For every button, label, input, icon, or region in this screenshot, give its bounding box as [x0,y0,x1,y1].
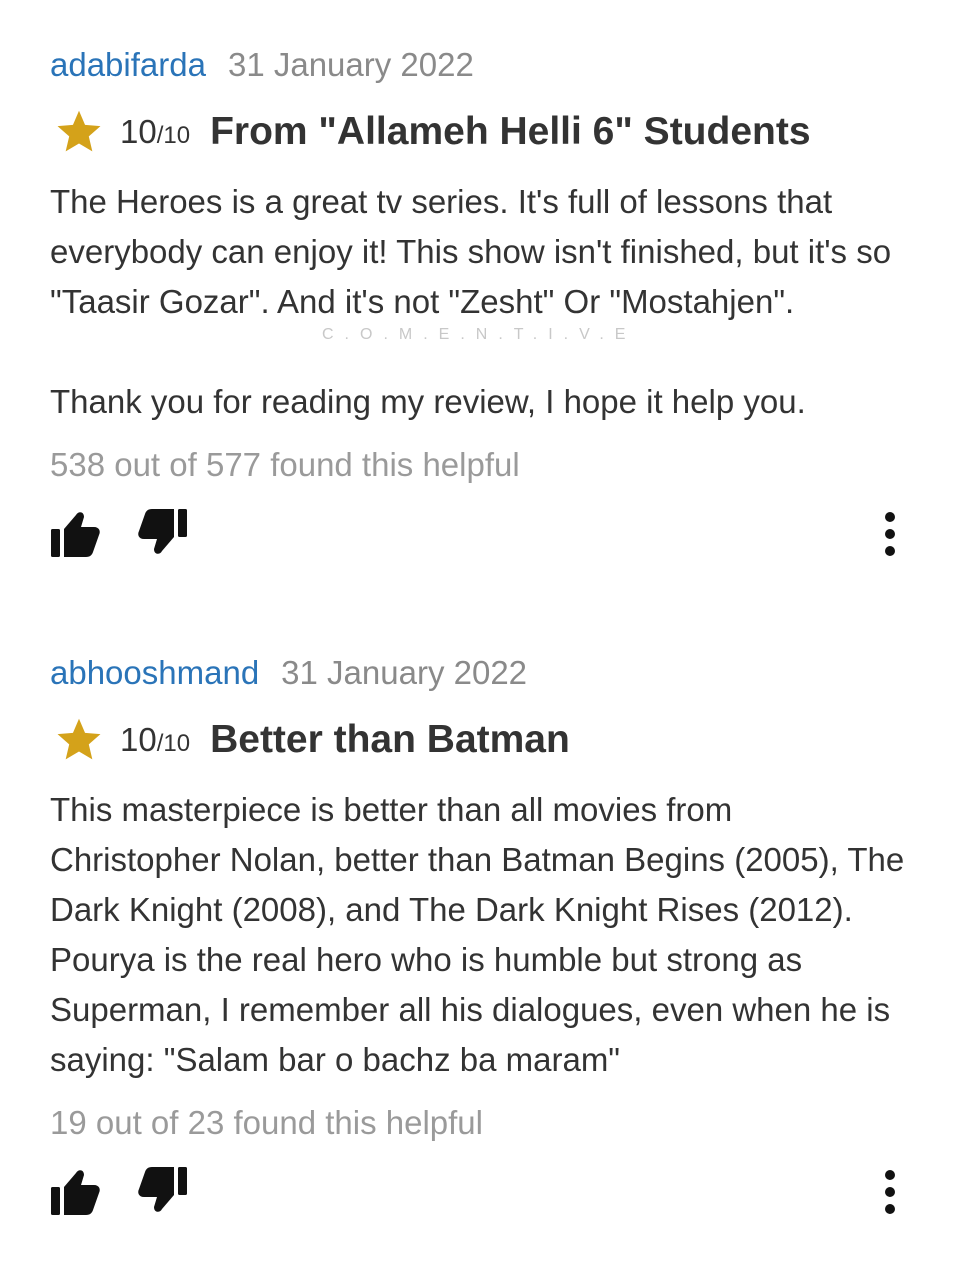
review-paragraph: Thank you for reading my review, I hope … [50,383,806,420]
star-icon [57,718,101,760]
thumbs-up-icon[interactable] [50,507,102,559]
rating-max: /10 [156,122,191,149]
review-card: adabifarda 31 January 2022 10/10 From "Al… [50,45,910,567]
thumbs-up-icon[interactable] [50,1165,102,1217]
rating-score: 10 [120,113,157,150]
review-actions [50,1165,910,1225]
more-vertical-icon[interactable] [880,1167,900,1217]
review-author-link[interactable]: adabifarda [50,46,206,83]
rating-score: 10 [120,721,157,758]
review-author-link[interactable]: abhooshmand [50,654,259,691]
rating: 10/10 [120,113,190,151]
star-icon [57,110,101,152]
review-body: This masterpiece is better than all movi… [50,785,910,1085]
more-vertical-icon[interactable] [880,509,900,559]
rating: 10/10 [120,721,190,759]
review-body: The Heroes is a great tv series. It's fu… [50,177,910,427]
review-date: 31 January 2022 [227,46,474,83]
review-paragraph: The Heroes is a great tv series. It's fu… [50,183,892,320]
review-meta: abhooshmand 31 January 2022 [50,653,910,693]
review-title: From "Allameh Helli 6" Students [210,110,811,153]
review-actions [50,507,910,567]
review-meta: adabifarda 31 January 2022 [50,45,910,85]
watermark: C.O.M.E.N.T.I.V.E [322,326,637,343]
thumbs-down-icon[interactable] [136,1165,188,1217]
review-header: 10/10 From "Allameh Helli 6" Students [50,107,910,157]
review-title: Better than Batman [210,718,570,761]
helpful-count: 19 out of 23 found this helpful [50,1104,483,1141]
helpful-count: 538 out of 577 found this helpful [50,446,520,483]
review-header: 10/10 Better than Batman [50,715,910,765]
rating-max: /10 [156,730,191,757]
review-paragraph: This masterpiece is better than all movi… [50,791,905,1078]
review-date: 31 January 2022 [281,654,528,691]
review-card: abhooshmand 31 January 2022 10/10 Better … [50,653,910,1225]
thumbs-down-icon[interactable] [136,507,188,559]
